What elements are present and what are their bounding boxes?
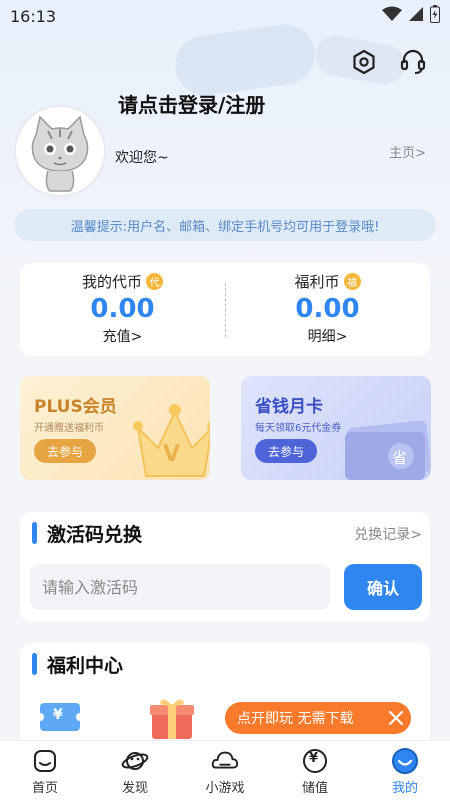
activation-title-text: 激活码兑换 [47, 523, 143, 546]
fulibi-value: 0.00 [295, 294, 360, 324]
plus-v-mark: V [163, 442, 181, 467]
login-tip-text: 温馨提示:用户名、邮箱、绑定手机号均可用于登录哦! [70, 219, 380, 235]
daibi-column: 我的代币 代 0.00 充值> [20, 263, 225, 356]
fulibi-label-row: 福利币 福 [294, 271, 361, 292]
home-icon [31, 747, 59, 775]
plus-join-button[interactable]: 去参与 [34, 439, 96, 463]
section-marker [32, 522, 37, 544]
nav-mine-label: 我的 [391, 781, 418, 796]
coupon-symbol: ¥ [53, 707, 63, 723]
status-bar: 16:13 [0, 0, 450, 32]
recharge-link[interactable]: 充值> [103, 326, 143, 346]
activation-title: 激活码兑换 [32, 520, 142, 546]
instant-play-banner[interactable]: 点开即玩 无需下载 [225, 702, 411, 734]
welfare-center-section: 福利中心 ¥ [20, 643, 430, 753]
nav-home[interactable]: 首页 [0, 741, 90, 800]
card-wallet-icon [345, 420, 431, 480]
yen-icon: ¥ [301, 747, 329, 775]
daibi-label: 我的代币 [81, 273, 142, 291]
status-time: 16:13 [10, 6, 57, 26]
signal-icon [408, 6, 424, 26]
nav-discover[interactable]: 发现 [90, 741, 180, 800]
crown-icon [133, 404, 210, 477]
gift-box-icon[interactable] [148, 695, 196, 745]
nav-minigames-label: 小游戏 [205, 781, 245, 796]
activation-code-input[interactable] [30, 564, 330, 610]
login-register-link[interactable]: 请点击登录/注册 [118, 89, 265, 118]
activation-code-section: 激活码兑换 兑换记录> 确认 [20, 512, 430, 622]
bottom-navigation: 首页 发现 小游戏 ¥ 储值 我的 [0, 740, 450, 800]
fulibi-label: 福利币 [294, 273, 340, 291]
welfare-title: 福利中心 [32, 651, 123, 677]
welfare-title-text: 福利中心 [47, 654, 124, 677]
nav-mine[interactable]: 我的 [360, 741, 450, 800]
nav-minigames[interactable]: 小游戏 [180, 741, 270, 800]
cloud-icon [211, 747, 239, 775]
daibi-value: 0.00 [90, 294, 155, 324]
month-card-title: 省钱月卡 [255, 397, 323, 417]
savings-monthly-card[interactable]: 省 省钱月卡 每天领取6元代金券 去参与 [241, 376, 431, 480]
details-link[interactable]: 明细> [308, 326, 348, 346]
month-card-join-button[interactable]: 去参与 [255, 439, 317, 463]
confirm-button[interactable]: 确认 [344, 564, 422, 610]
close-icon[interactable] [381, 703, 411, 733]
coupon-icon[interactable]: ¥ [36, 695, 84, 739]
nav-home-label: 首页 [31, 781, 58, 796]
wifi-icon [382, 6, 402, 26]
section-marker [32, 653, 37, 675]
plus-membership-card[interactable]: V PLUS会员 开通赠送福利币 去参与 [20, 376, 210, 480]
cat-avatar-icon [31, 115, 89, 192]
fulibi-column: 福利币 福 0.00 明细> [225, 263, 430, 356]
currency-card: 我的代币 代 0.00 充值> 福利币 福 0.00 明细> [20, 263, 430, 356]
savings-mark: 省 [392, 449, 408, 467]
plus-subtitle: 开通赠送福利币 [34, 423, 104, 434]
welcome-text: 欢迎您~ [115, 150, 169, 166]
homepage-link[interactable]: 主页> [389, 142, 426, 161]
instant-play-text: 点开即玩 无需下载 [237, 711, 354, 727]
divider [225, 283, 226, 337]
settings-icon[interactable] [348, 46, 380, 78]
redeem-history-link[interactable]: 兑换记录> [354, 524, 422, 544]
yen-symbol: ¥ [309, 751, 319, 766]
nav-recharge[interactable]: ¥ 储值 [270, 741, 360, 800]
planet-icon [121, 747, 149, 775]
nav-discover-label: 发现 [121, 781, 148, 796]
nav-recharge-label: 储值 [301, 781, 328, 796]
daibi-label-row: 我的代币 代 [82, 271, 163, 292]
daibi-badge-icon: 代 [146, 273, 163, 290]
avatar[interactable] [14, 105, 106, 197]
status-icons [382, 5, 440, 27]
month-card-subtitle: 每天领取6元代金券 [255, 423, 342, 434]
plus-title: PLUS会员 [34, 397, 117, 417]
battery-icon [430, 5, 440, 27]
fulibi-badge-icon: 福 [343, 273, 361, 290]
smile-icon [391, 747, 419, 775]
login-tip-banner: 温馨提示:用户名、邮箱、绑定手机号均可用于登录哦! [14, 209, 436, 241]
decorative-shape [171, 20, 319, 100]
customer-service-icon[interactable] [397, 46, 429, 78]
